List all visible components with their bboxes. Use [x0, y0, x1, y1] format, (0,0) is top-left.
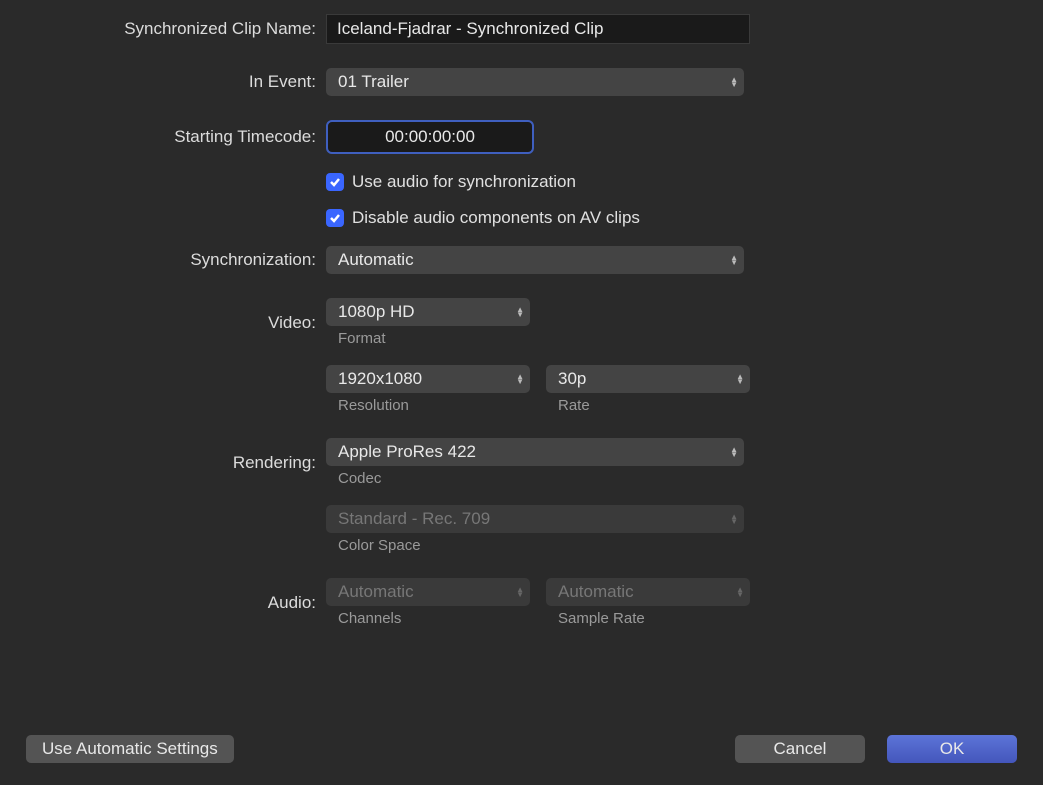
rendering-codec-sublabel: Codec — [326, 470, 744, 487]
audio-channels-popup: Automatic ▲▼ — [326, 578, 530, 606]
sync-clip-name-label: Synchronized Clip Name: — [26, 19, 326, 39]
video-rate-sublabel: Rate — [546, 397, 750, 414]
video-format-value: 1080p HD — [338, 302, 415, 322]
chevron-updown-icon: ▲▼ — [516, 374, 524, 384]
in-event-popup[interactable]: 01 Trailer ▲▼ — [326, 68, 744, 96]
use-audio-checkbox-label: Use audio for synchronization — [352, 172, 576, 192]
in-event-label: In Event: — [26, 72, 326, 92]
chevron-updown-icon: ▲▼ — [730, 447, 738, 457]
rendering-codec-value: Apple ProRes 422 — [338, 442, 476, 462]
rendering-section-label: Rendering: — [26, 453, 326, 473]
use-audio-checkbox[interactable] — [326, 173, 344, 191]
video-rate-popup[interactable]: 30p ▲▼ — [546, 365, 750, 393]
rendering-codec-popup[interactable]: Apple ProRes 422 ▲▼ — [326, 438, 744, 466]
audio-channels-sublabel: Channels — [326, 610, 530, 627]
synchronization-popup[interactable]: Automatic ▲▼ — [326, 246, 744, 274]
video-format-popup[interactable]: 1080p HD ▲▼ — [326, 298, 530, 326]
video-section-label: Video: — [26, 313, 326, 333]
audio-samplerate-popup: Automatic ▲▼ — [546, 578, 750, 606]
synchronize-clips-dialog: Synchronized Clip Name: In Event: 01 Tra… — [0, 0, 1043, 785]
video-resolution-sublabel: Resolution — [326, 397, 530, 414]
synchronization-value: Automatic — [338, 250, 414, 270]
ok-button[interactable]: OK — [887, 735, 1017, 763]
chevron-updown-icon: ▲▼ — [516, 587, 524, 597]
rendering-colorspace-value: Standard - Rec. 709 — [338, 509, 490, 529]
video-rate-value: 30p — [558, 369, 586, 389]
disable-audio-checkbox-label: Disable audio components on AV clips — [352, 208, 640, 228]
audio-samplerate-value: Automatic — [558, 582, 634, 602]
rendering-colorspace-sublabel: Color Space — [326, 537, 744, 554]
chevron-updown-icon: ▲▼ — [730, 255, 738, 265]
audio-section-label: Audio: — [26, 593, 326, 613]
chevron-updown-icon: ▲▼ — [516, 307, 524, 317]
disable-audio-checkbox[interactable] — [326, 209, 344, 227]
chevron-updown-icon: ▲▼ — [736, 374, 744, 384]
chevron-updown-icon: ▲▼ — [730, 77, 738, 87]
rendering-colorspace-popup: Standard - Rec. 709 ▲▼ — [326, 505, 744, 533]
starting-timecode-input[interactable] — [326, 120, 534, 154]
chevron-updown-icon: ▲▼ — [736, 587, 744, 597]
in-event-value: 01 Trailer — [338, 72, 409, 92]
audio-samplerate-sublabel: Sample Rate — [546, 610, 750, 627]
synchronization-label: Synchronization: — [26, 250, 326, 270]
chevron-updown-icon: ▲▼ — [730, 514, 738, 524]
sync-clip-name-input[interactable] — [326, 14, 750, 44]
starting-timecode-label: Starting Timecode: — [26, 127, 326, 147]
video-format-sublabel: Format — [326, 330, 530, 347]
use-automatic-settings-button[interactable]: Use Automatic Settings — [26, 735, 234, 763]
cancel-button[interactable]: Cancel — [735, 735, 865, 763]
audio-channels-value: Automatic — [338, 582, 414, 602]
video-resolution-value: 1920x1080 — [338, 369, 422, 389]
video-resolution-popup[interactable]: 1920x1080 ▲▼ — [326, 365, 530, 393]
